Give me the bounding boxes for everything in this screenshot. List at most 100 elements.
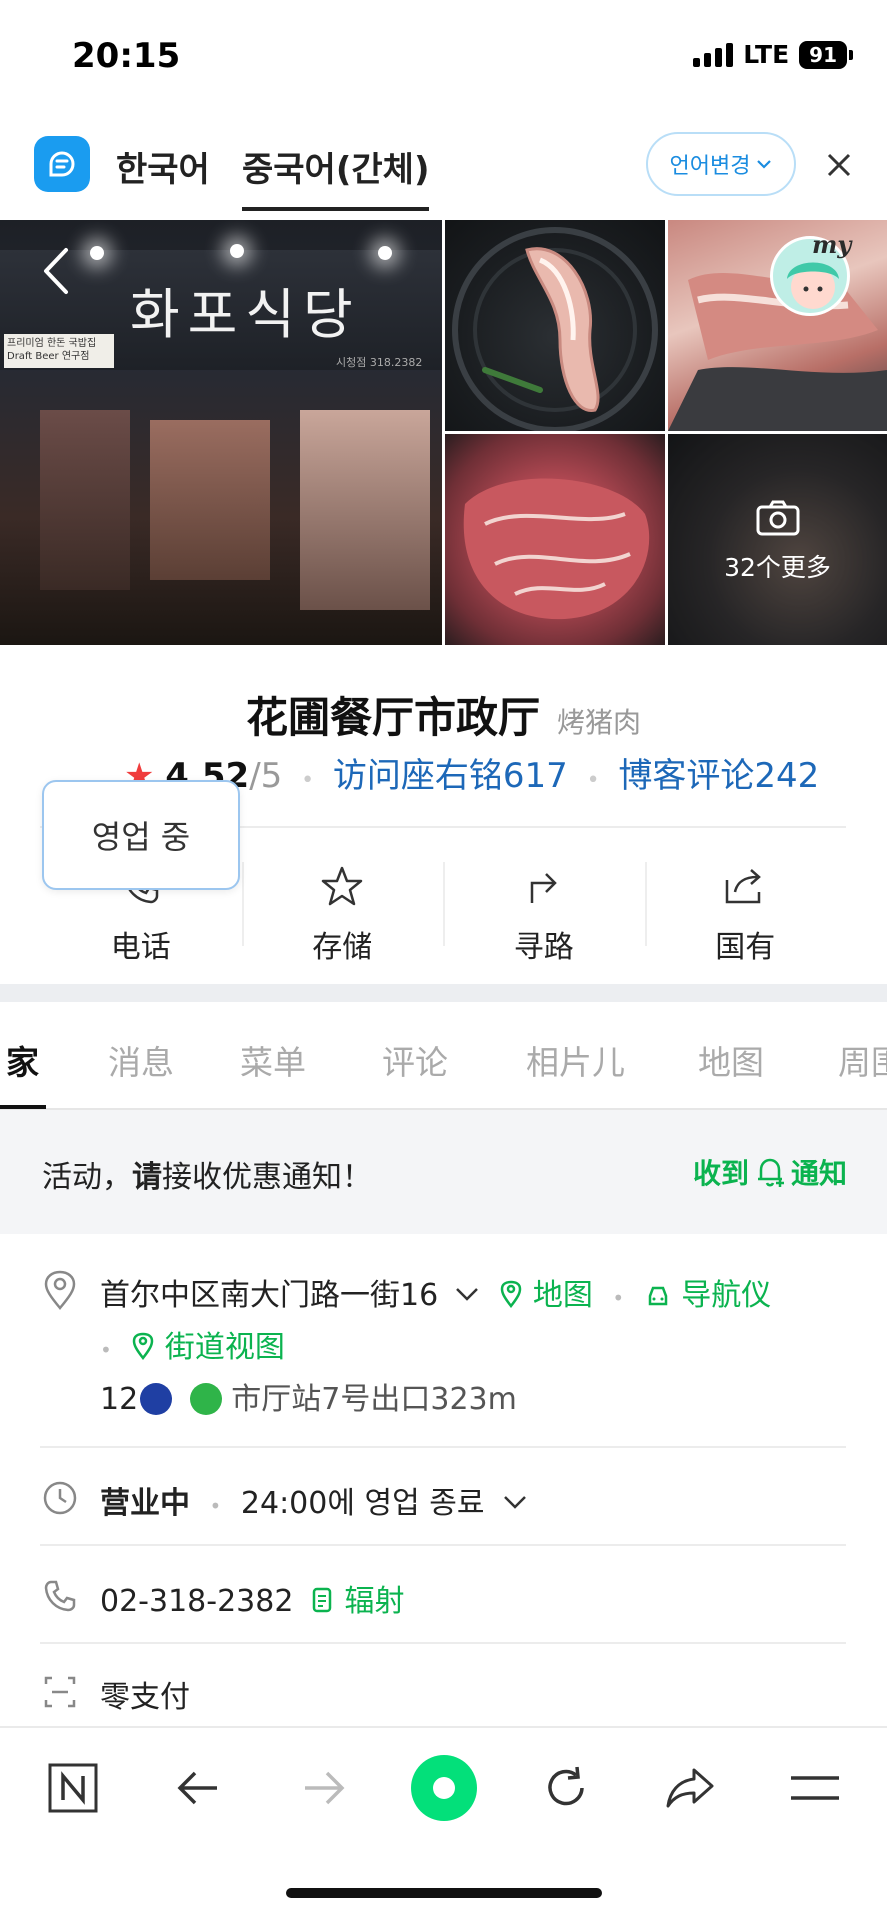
section-separator <box>0 984 887 1002</box>
sign-text: 화포식당 <box>130 283 361 346</box>
naver-n-icon <box>48 1763 98 1813</box>
tab-menu[interactable]: 菜单 <box>240 1036 306 1084</box>
grill-pork-image <box>452 227 658 431</box>
tab-nearby[interactable]: 周围 <box>838 1036 887 1084</box>
refresh-button[interactable] <box>538 1756 594 1820</box>
hamburger-menu-icon <box>791 1776 839 1800</box>
map-pin-icon <box>501 1280 522 1309</box>
steak-photo[interactable] <box>445 434 665 645</box>
location-pin-icon <box>44 1270 76 1310</box>
subway-station-text: 市厅站7号出口323m <box>231 1382 517 1417</box>
target-language-tab[interactable]: 중국어(간체) <box>242 142 430 211</box>
street-view-line: • 街道视图 <box>100 1322 285 1366</box>
separator-dot: • <box>209 1494 222 1518</box>
promo-message: 活动，请接收优惠通知！ <box>42 1152 372 1196</box>
browser-toolbar <box>0 1726 887 1848</box>
directions-icon <box>524 858 564 914</box>
camera-icon <box>756 500 799 536</box>
clock-icon <box>43 1481 77 1515</box>
separator-dot: • <box>301 768 315 793</box>
menu-button[interactable] <box>788 1756 842 1820</box>
sign-subtext: 프리미엄 한돈 국밥집 Draft Beer 연구점 <box>4 334 114 368</box>
status-time: 20:15 <box>72 36 181 76</box>
naver-home-button[interactable] <box>46 1756 100 1820</box>
close-translate-button[interactable] <box>826 146 852 187</box>
marbled-pork-image <box>463 478 650 620</box>
payment-text: 零支付 <box>100 1680 190 1715</box>
chevron-down-icon <box>757 160 772 169</box>
share-button[interactable]: 国有 <box>644 840 847 970</box>
network-label: LTE <box>743 40 790 69</box>
back-button[interactable] <box>170 1756 226 1820</box>
window-poster <box>150 420 270 580</box>
translate-bar: 한국어 중국어(간체) 언어변경 <box>0 112 887 220</box>
tab-home[interactable]: 家 <box>6 1036 39 1084</box>
tab-bar: 家 消息 菜单 评论 相片儿 地图 周围 <box>0 1002 887 1110</box>
promo-prefix: 活动， <box>42 1160 132 1195</box>
save-button[interactable]: 存储 <box>241 840 444 970</box>
receive-notification-button[interactable]: 收到 通知 <box>693 1152 847 1192</box>
forward-button[interactable] <box>296 1756 352 1820</box>
sign-number: 시청점 318.2382 <box>336 356 423 369</box>
copy-phone-label: 辐射 <box>344 1584 405 1619</box>
hours-section[interactable]: 营业中 • 24:00에 영업 종료 <box>42 1478 848 1528</box>
back-arrow-icon[interactable] <box>38 246 78 296</box>
street-view-pin-icon <box>133 1332 154 1361</box>
promo-suffix: 接收优惠通知！ <box>162 1160 372 1195</box>
subway-line: 12 市厅站7号出口323m <box>100 1374 517 1418</box>
call-label: 电话 <box>110 930 171 965</box>
map-link[interactable]: 地图 <box>499 1278 602 1313</box>
place-title: 花圃餐厅市政厅 烤猪肉 <box>0 684 887 745</box>
naver-green-dot-button[interactable] <box>410 1755 478 1821</box>
chevron-down-icon[interactable] <box>502 1493 528 1511</box>
receive-label: 收到 <box>692 1157 749 1190</box>
hours-line: 营业中 • 24:00에 영업 종료 <box>100 1478 528 1522</box>
divider <box>40 1544 846 1546</box>
arrow-left-icon <box>177 1771 217 1805</box>
tab-photos[interactable]: 相片儿 <box>526 1036 625 1084</box>
refresh-icon <box>548 1766 584 1806</box>
subway-line-numbers: 12 <box>100 1382 139 1417</box>
notify-label: 通知 <box>790 1157 847 1190</box>
chevron-down-icon[interactable] <box>454 1285 480 1303</box>
directions-button[interactable]: 寻路 <box>443 840 645 970</box>
tab-news[interactable]: 消息 <box>108 1036 174 1084</box>
more-photos-label: 32个更多 <box>724 553 831 582</box>
subway-line2-icon <box>189 1383 222 1415</box>
street-view-link[interactable]: 街道视图 <box>131 1330 285 1365</box>
blog-reviews-link[interactable]: 博客评论242 <box>618 756 819 796</box>
phone-number[interactable]: 02-318-2382 <box>100 1584 293 1619</box>
map-link-label: 地图 <box>532 1278 593 1313</box>
battery-icon: 91 <box>799 40 853 69</box>
navigation-link[interactable]: 导航仪 <box>644 1278 771 1313</box>
tab-map[interactable]: 地图 <box>698 1036 764 1084</box>
more-photos-tile[interactable]: 32个更多 <box>668 434 887 645</box>
address-line: 首尔中区南大门路一街16 地图 • 导航仪 <box>100 1270 771 1314</box>
street-view-label: 街道视图 <box>164 1330 285 1365</box>
promo-banner: 活动，请接收优惠通知！ 收到 通知 <box>0 1110 887 1234</box>
copy-phone-button[interactable]: 辐射 <box>311 1584 405 1619</box>
change-language-button[interactable]: 언어변경 <box>646 132 796 196</box>
hours-closing: 24:00에 영업 종료 <box>240 1486 485 1521</box>
directions-label: 寻路 <box>513 930 574 965</box>
phone-line: 02-318-2382 辐射 <box>100 1576 405 1620</box>
tab-reviews[interactable]: 评论 <box>382 1036 448 1084</box>
more-photos-box: 32个更多 <box>668 500 887 584</box>
source-language-tab[interactable]: 한국어 <box>116 142 210 191</box>
address-section: 首尔中区南大门路一街16 地图 • 导航仪 • 街道视图 12 市厅站7号出口3… <box>42 1270 848 1430</box>
papago-logo-icon <box>34 136 90 192</box>
window-poster <box>40 410 130 590</box>
address-text[interactable]: 首尔中区南大门路一街16 <box>100 1278 438 1313</box>
storefront-photo[interactable]: 화포식당 프리미엄 한돈 국밥집 Draft Beer 연구점 시청점 318.… <box>0 220 442 645</box>
grill-photo[interactable] <box>445 220 665 431</box>
subway-line1-icon <box>140 1383 173 1415</box>
place-category: 烤猪肉 <box>557 706 642 739</box>
visitor-reviews-link[interactable]: 访问座右铭617 <box>333 756 568 796</box>
home-indicator <box>286 1888 602 1898</box>
light-icon <box>378 246 392 260</box>
open-status-tooltip: 영업 중 <box>42 780 240 890</box>
phone-icon <box>44 1580 76 1612</box>
phone-section: 02-318-2382 辐射 <box>42 1576 848 1626</box>
hours-status: 营业中 <box>100 1486 190 1521</box>
share-page-button[interactable] <box>662 1756 718 1820</box>
